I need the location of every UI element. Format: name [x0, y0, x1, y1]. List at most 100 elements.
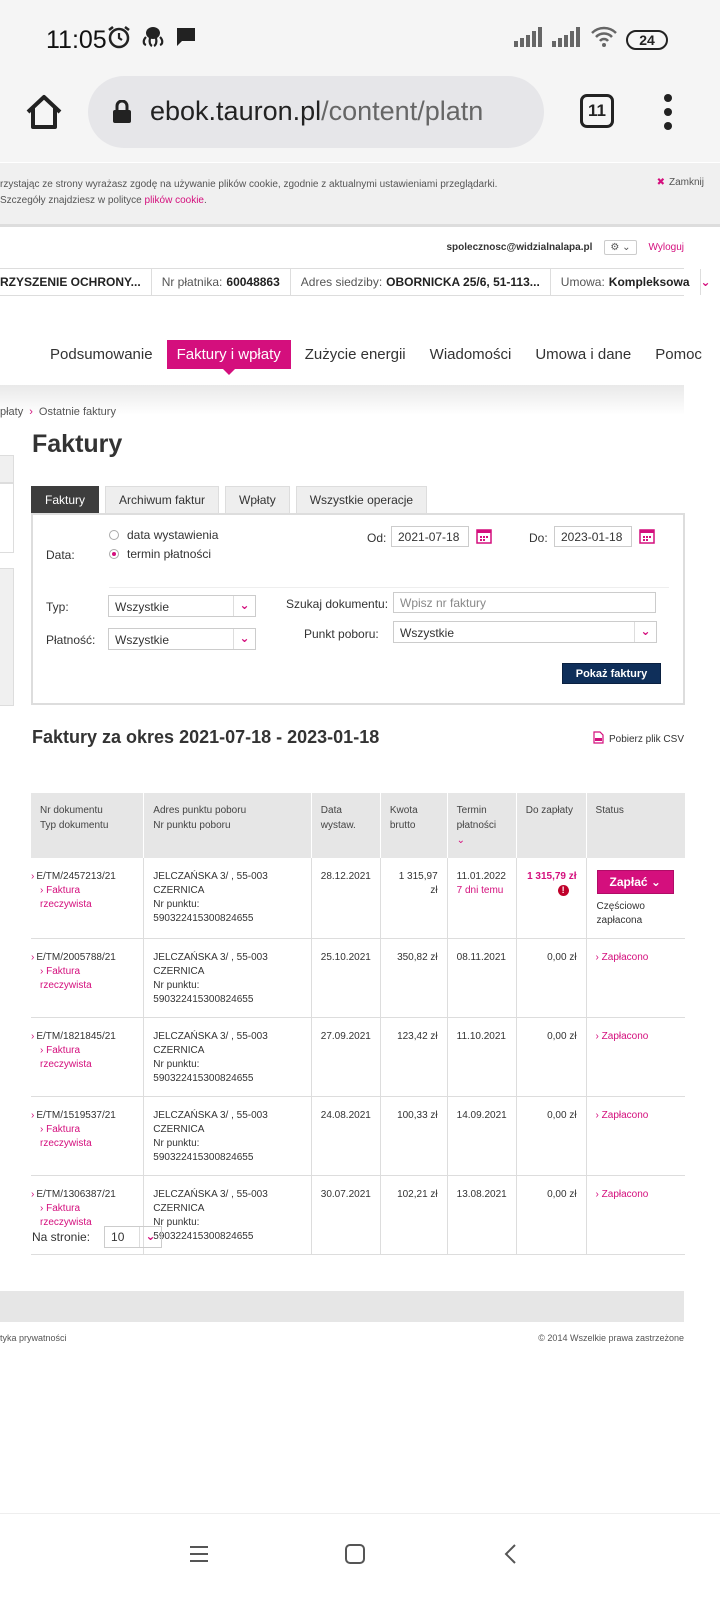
radio-due-date[interactable]: termin płatności [109, 547, 211, 561]
document-type-link[interactable]: › Faktura rzeczywista [31, 1123, 134, 1151]
radio-button-selected[interactable] [109, 549, 119, 559]
nav-messages[interactable]: Wiadomości [420, 340, 522, 369]
nav-help[interactable]: Pomoc [645, 340, 712, 369]
calendar-icon[interactable] [476, 528, 492, 544]
breadcrumb-parent[interactable]: płaty [0, 406, 23, 418]
nav-contract[interactable]: Umowa i dane [525, 340, 641, 369]
document-type-link[interactable]: › Faktura rzeczywista [31, 965, 134, 993]
recent-apps-icon[interactable] [188, 1544, 210, 1569]
status-paid-link[interactable]: › Zapłacono [596, 1189, 649, 1200]
to-date-input[interactable]: 2023-01-18 [554, 526, 632, 547]
document-type: Faktura rzeczywista [40, 966, 92, 991]
payer-value: 60048863 [226, 275, 280, 289]
col-amount-title: Kwota [389, 805, 418, 816]
chevron-right-icon: › [595, 952, 599, 963]
account-name-value: RZYSZENIE OCHRONY... [0, 275, 141, 289]
col-due-date-subtitle: płatności [456, 820, 497, 831]
document-number: E/TM/2457213/21 [36, 871, 116, 882]
col-to-pay-title: Do zapłaty [525, 805, 573, 816]
url-text: ebok.tauron.pl/content/platn [150, 96, 534, 127]
document-link[interactable]: › E/TM/1306387/21 [31, 1188, 134, 1202]
nav-summary[interactable]: Podsumowanie [40, 340, 163, 369]
privacy-policy-link[interactable]: tyka prywatności [0, 1333, 67, 1343]
col-document: Nr dokumentu Typ dokumentu [31, 793, 145, 858]
logout-link[interactable]: Wyloguj [649, 242, 684, 253]
radio-button[interactable] [109, 530, 119, 540]
home-nav-icon[interactable] [344, 1544, 366, 1569]
type-select[interactable]: Wszystkie ⌄ [108, 595, 256, 617]
point-number: Nr punktu: 590322415300824655 [153, 1059, 254, 1084]
main-nav: Podsumowanie Faktury i wpłaty Zużycie en… [40, 340, 716, 375]
to-pay-cell: 1 315,79 zł! [516, 858, 587, 939]
status-paid-link[interactable]: › Zapłacono [596, 952, 649, 963]
table-row: › E/TM/1821845/21 › Faktura rzeczywista JE… [31, 1017, 685, 1097]
col-status: Status [586, 793, 685, 858]
document-link[interactable]: › E/TM/2005788/21 [31, 951, 134, 965]
document-link[interactable]: › E/TM/2457213/21 [31, 870, 134, 884]
tab-archive[interactable]: Archiwum faktur [105, 486, 220, 513]
document-link[interactable]: › E/TM/1821845/21 [31, 1030, 134, 1044]
settings-button[interactable]: ⚙ ⌄ [604, 240, 637, 255]
section-title: Faktury za okres 2021-07-18 - 2023-01-18 [32, 727, 380, 747]
col-issue-date-subtitle: wystaw. [320, 820, 356, 831]
back-icon[interactable] [500, 1544, 522, 1569]
url-bar[interactable]: ebok.tauron.pl/content/platn [88, 76, 544, 148]
status-text: Zapłacono [601, 1031, 649, 1042]
chevron-down-icon: ⌄ [233, 629, 255, 649]
cookie-text: rzystając ze strony wyrażasz zgodę na uż… [0, 177, 497, 209]
sort-chevron-icon[interactable]: ⌄ [457, 833, 507, 848]
payment-select[interactable]: Wszystkie ⌄ [108, 628, 256, 650]
calendar-icon[interactable] [639, 528, 655, 544]
document-type-link[interactable]: › Faktura rzeczywista [31, 1044, 134, 1072]
cookie-policy-link[interactable]: plików cookie [145, 195, 204, 206]
point-select[interactable]: Wszystkie ⌄ [393, 621, 657, 643]
to-label: Do: [529, 531, 548, 545]
page-title: Faktury [32, 430, 123, 458]
per-page-label: Na stronie: [32, 1230, 91, 1244]
cookie-line-1: rzystając ze strony wyrażasz zgodę na uż… [0, 179, 498, 190]
radio-issue-date[interactable]: data wystawienia [109, 528, 218, 542]
to-pay-cell: 0,00 zł [516, 1096, 587, 1176]
alarm-icon [106, 24, 132, 55]
footer-bar [0, 1291, 684, 1322]
date-label: Data: [46, 548, 75, 562]
tab-switcher-button[interactable]: 11 [580, 94, 614, 128]
show-invoices-button[interactable]: Pokaż faktury [562, 663, 661, 684]
account-dropdown-chevron-icon[interactable]: ⌄ [701, 269, 711, 295]
address-cell: JELCZAŃSKA 3/ , 55-003 CZERNICA Nr punktu:… [143, 938, 312, 1018]
document-type-link[interactable]: › Faktura rzeczywista [31, 884, 134, 912]
address-label: Adres siedziby: [300, 275, 383, 289]
status-cell: › Zapłacono [586, 1175, 685, 1255]
home-icon[interactable] [24, 92, 64, 132]
cookie-close-button[interactable]: ✖ Zamknij [657, 177, 704, 188]
nav-usage[interactable]: Zużycie energii [295, 340, 416, 369]
chevron-down-icon: ⌄ [139, 1227, 161, 1247]
octopus-icon [140, 24, 166, 55]
from-date-input[interactable]: 2021-07-18 [391, 526, 469, 547]
chevron-right-icon: › [595, 1031, 599, 1042]
chevron-right-icon: › [31, 952, 35, 963]
issue-date-cell: 24.08.2021 [311, 1096, 381, 1176]
due-date-cell: 11.01.2022 7 dni temu [447, 858, 517, 939]
nav-invoices[interactable]: Faktury i wpłaty [166, 340, 291, 375]
chevron-right-icon: › [40, 1203, 44, 1214]
tab-invoices[interactable]: Faktury [31, 486, 100, 513]
due-date-cell: 08.11.2021 [447, 938, 517, 1018]
status-paid-link[interactable]: › Zapłacono [596, 1031, 649, 1042]
issue-date-cell: 27.09.2021 [311, 1017, 381, 1097]
per-page-control: Na stronie: 10 ⌄ [32, 1226, 163, 1248]
document-type: Faktura rzeczywista [40, 1045, 92, 1070]
sidebar-stub-3 [0, 568, 14, 706]
tab-payments[interactable]: Wpłaty [225, 486, 290, 513]
status-paid-link[interactable]: › Zapłacono [596, 1110, 649, 1121]
per-page-select[interactable]: 10 ⌄ [104, 1226, 163, 1248]
browser-menu-icon[interactable] [660, 94, 676, 130]
address-value: OBORNICKA 25/6, 51-113... [386, 275, 540, 289]
search-invoice-input[interactable]: Wpisz nr faktury [393, 592, 656, 613]
invoices-table: Nr dokumentu Typ dokumentu Adres punktu p… [31, 793, 685, 1255]
document-link[interactable]: › E/TM/1519537/21 [31, 1109, 134, 1123]
download-csv-link[interactable]: Pobierz plik CSV [593, 731, 684, 747]
pay-button[interactable]: Zapłać ⌄ [596, 870, 674, 894]
tab-all-operations[interactable]: Wszystkie operacje [295, 486, 428, 513]
col-due-date[interactable]: Termin płatności ⌄ [447, 793, 517, 858]
